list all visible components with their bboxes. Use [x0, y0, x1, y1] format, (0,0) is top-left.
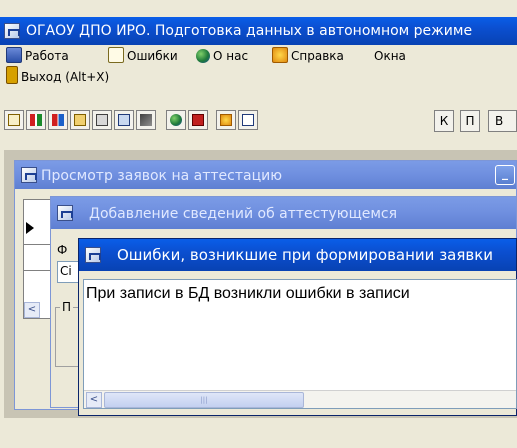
- toolbar-open-button[interactable]: [70, 110, 90, 130]
- requests-grid: <: [23, 199, 53, 319]
- window-icon: [57, 205, 73, 221]
- toolbar-letter-k-button[interactable]: К: [434, 110, 454, 132]
- toolbar-tools-button[interactable]: [136, 110, 156, 130]
- remove-icon: [52, 114, 64, 126]
- book-icon: [242, 114, 254, 126]
- main-window-title: ОГАОУ ДПО ИРО. Подготовка данных в автон…: [26, 23, 473, 39]
- help-icon: [272, 47, 288, 63]
- errors-icon: [108, 47, 124, 63]
- globe-icon: [170, 114, 182, 126]
- menu-help[interactable]: Справка: [272, 46, 344, 66]
- window-icon: [21, 167, 37, 183]
- menu-errors[interactable]: Ошибки: [108, 46, 178, 66]
- toolbar-remove-button[interactable]: [48, 110, 68, 130]
- row-indicator-icon: [26, 222, 34, 234]
- field-label-f: Ф: [57, 243, 68, 257]
- toolbar-calculator-button[interactable]: [114, 110, 134, 130]
- tools-icon: [140, 114, 152, 126]
- grid-row-divider: [24, 270, 52, 271]
- add-info-window-title-bar[interactable]: Добавление сведений об аттестующемся: [51, 197, 516, 229]
- grid-row-divider: [24, 244, 52, 245]
- minimize-button[interactable]: _: [495, 165, 515, 185]
- app-icon: [4, 23, 20, 39]
- errors-window: Ошибки, возникшие при формировании заявк…: [78, 238, 517, 416]
- help-icon: [220, 114, 232, 126]
- toolbar-print-button[interactable]: [92, 110, 112, 130]
- errors-window-title-bar[interactable]: Ошибки, возникшие при формировании заявк…: [79, 239, 516, 271]
- calculator-icon: [118, 114, 130, 126]
- toolbar-new-button[interactable]: [4, 110, 24, 130]
- toolbar-add-button[interactable]: [26, 110, 46, 130]
- errors-memo[interactable]: При записи в БД возникли ошибки в записи…: [83, 279, 517, 409]
- globe-icon: [196, 49, 210, 63]
- requests-window-title: Просмотр заявок на аттестацию: [41, 168, 282, 184]
- main-title-bar[interactable]: ОГАОУ ДПО ИРО. Подготовка данных в автон…: [0, 17, 517, 45]
- work-icon: [6, 47, 22, 63]
- menu-exit[interactable]: Выход (Alt+X): [6, 66, 109, 86]
- toolbar-close-button[interactable]: [188, 110, 208, 130]
- new-document-icon: [8, 114, 20, 126]
- toolbar: К П В: [0, 108, 517, 138]
- requests-window-title-bar[interactable]: Просмотр заявок на аттестацию _: [15, 161, 516, 189]
- toolbar-help-button[interactable]: [216, 110, 236, 130]
- toolbar-book-button[interactable]: [238, 110, 258, 130]
- group-box-label: П: [60, 300, 74, 314]
- toolbar-letter-v-button[interactable]: В: [488, 110, 517, 132]
- add-icon: [30, 114, 42, 126]
- close-red-icon: [192, 114, 204, 126]
- scroll-thumb[interactable]: |||: [104, 392, 304, 408]
- window-icon: [85, 247, 101, 263]
- toolbar-globe-button[interactable]: [166, 110, 186, 130]
- horizontal-scrollbar[interactable]: < |||: [84, 390, 516, 408]
- errors-message: При записи в БД возникли ошибки в записи: [86, 285, 410, 302]
- printer-icon: [96, 114, 108, 126]
- menu-windows[interactable]: Окна: [374, 46, 406, 66]
- menu-about[interactable]: О нас: [196, 46, 248, 66]
- exit-icon: [6, 66, 18, 84]
- menu-bar: Работа Ошибки О нас Справка Окна Выход (…: [0, 46, 517, 86]
- toolbar-letter-p-button[interactable]: П: [460, 110, 480, 132]
- menu-work[interactable]: Работа: [6, 46, 69, 66]
- scroll-left-arrow[interactable]: <: [24, 302, 40, 318]
- errors-window-title: Ошибки, возникшие при формировании заявк…: [117, 246, 494, 264]
- scroll-left-arrow[interactable]: <: [86, 392, 102, 408]
- folder-icon: [74, 114, 86, 126]
- add-info-window-title: Добавление сведений об аттестующемся: [89, 206, 398, 222]
